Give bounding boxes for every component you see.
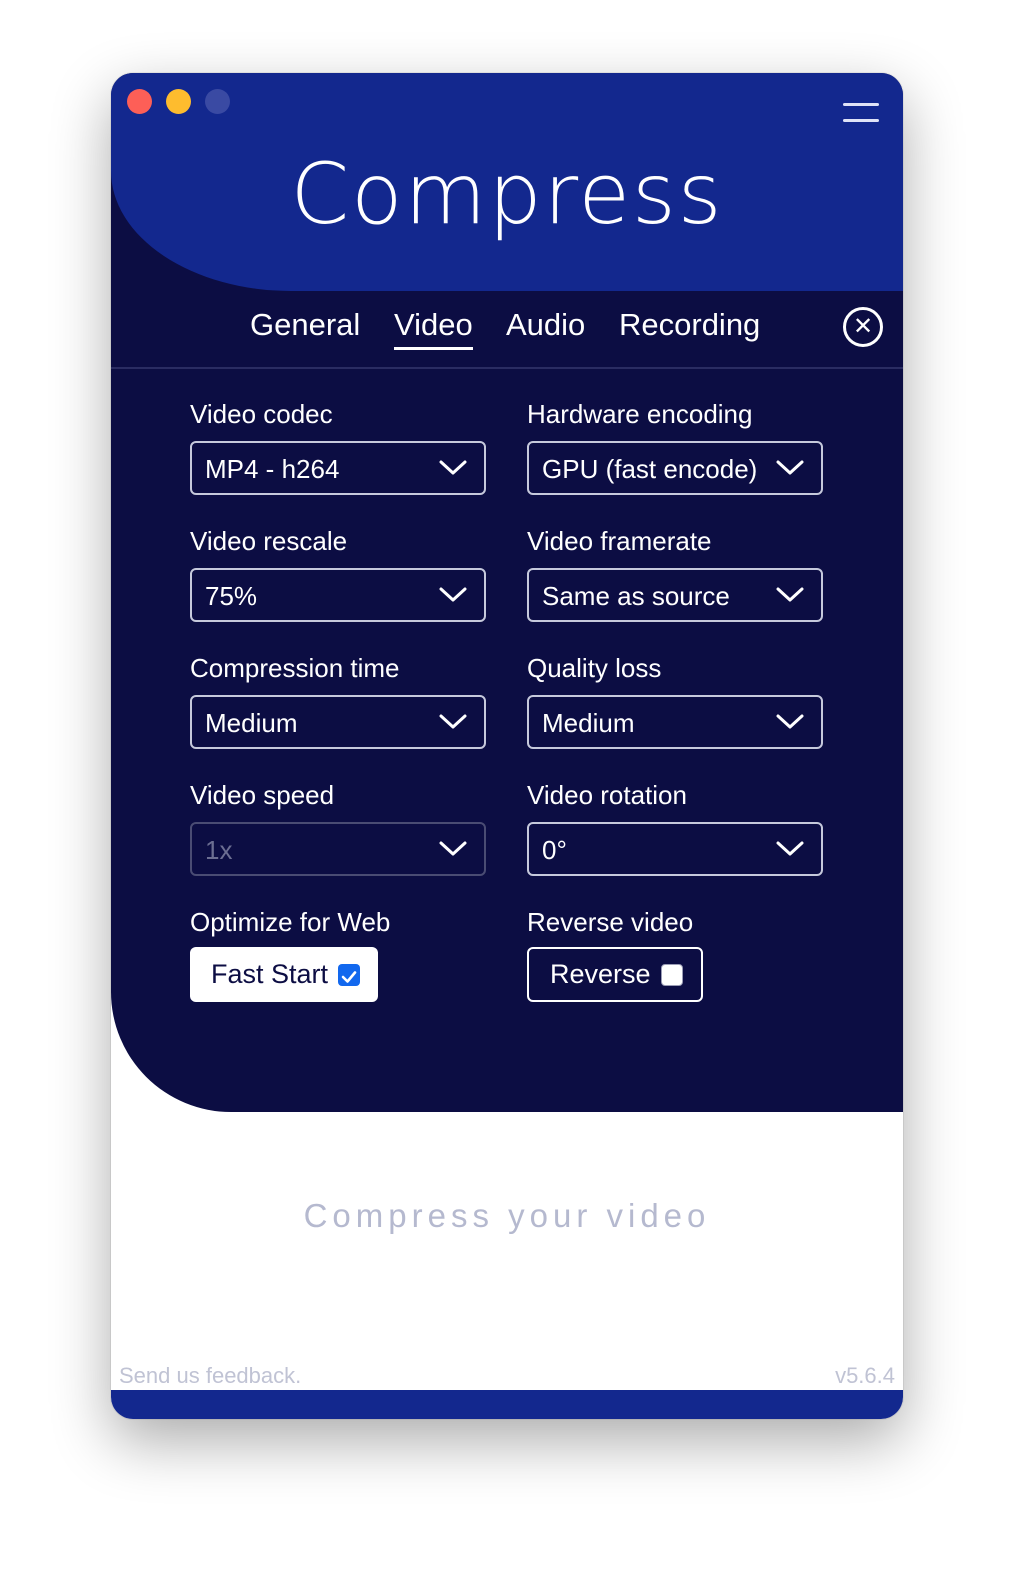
video-rotation-select[interactable]: 0° [527, 822, 823, 876]
header: Compress [111, 73, 903, 291]
tab-bar: General Video Audio Recording ✕ [111, 291, 903, 369]
video-rotation-value: 0° [542, 835, 567, 865]
chevron-down-icon [776, 714, 804, 729]
close-icon[interactable]: ✕ [843, 307, 883, 347]
traffic-lights [127, 89, 230, 114]
app-logo: Compress [290, 145, 724, 243]
tab-recording[interactable]: Recording [619, 307, 760, 347]
hardware-encoding-label: Hardware encoding [527, 399, 753, 429]
video-framerate-label: Video framerate [527, 526, 712, 556]
minimize-window-button[interactable] [166, 89, 191, 114]
feedback-link[interactable]: Send us feedback. [119, 1363, 301, 1389]
video-codec-field: Video codec MP4 - h264 [190, 399, 486, 495]
tab-general[interactable]: General [250, 307, 360, 347]
video-speed-field: Video speed 1x [190, 780, 486, 876]
fast-start-label: Fast Start [211, 959, 329, 989]
video-speed-value: 1x [205, 835, 233, 865]
compression-time-select[interactable]: Medium [190, 695, 486, 749]
video-rescale-label: Video rescale [190, 526, 348, 556]
optimize-web-field: Optimize for Web Fast Start [190, 907, 486, 1002]
fast-start-toggle[interactable]: Fast Start [190, 947, 379, 1002]
reverse-video-label: Reverse video [527, 907, 694, 937]
video-speed-label: Video speed [190, 780, 335, 810]
video-rotation-field: Video rotation 0° [527, 780, 823, 876]
video-codec-label: Video codec [190, 399, 333, 429]
video-codec-select[interactable]: MP4 - h264 [190, 441, 486, 495]
bottom-bar [111, 1390, 903, 1419]
zoom-window-button[interactable] [205, 89, 230, 114]
tab-video[interactable]: Video [394, 307, 473, 350]
compression-time-label: Compression time [190, 653, 400, 683]
chevron-down-icon [439, 841, 467, 856]
reverse-video-field: Reverse video Reverse [527, 907, 823, 1002]
fast-start-checkbox[interactable] [338, 963, 361, 986]
video-framerate-value: Same as source [542, 581, 730, 611]
quality-loss-field: Quality loss Medium [527, 653, 823, 749]
quality-loss-select[interactable]: Medium [527, 695, 823, 749]
hardware-encoding-select[interactable]: GPU (fast encode) [527, 441, 823, 495]
chevron-down-icon [439, 587, 467, 602]
version-label: v5.6.4 [835, 1363, 895, 1388]
chevron-down-icon [776, 841, 804, 856]
tab-audio[interactable]: Audio [506, 307, 585, 347]
optimize-web-label: Optimize for Web [190, 907, 391, 937]
chevron-down-icon [439, 714, 467, 729]
video-rescale-select[interactable]: 75% [190, 568, 486, 622]
reverse-checkbox[interactable] [660, 963, 683, 986]
quality-loss-value: Medium [542, 708, 635, 738]
video-rotation-label: Video rotation [527, 780, 687, 810]
hardware-encoding-field: Hardware encoding GPU (fast encode) [527, 399, 823, 495]
video-codec-value: MP4 - h264 [205, 454, 340, 484]
reverse-toggle[interactable]: Reverse [527, 947, 703, 1002]
video-framerate-field: Video framerate Same as source [527, 526, 823, 622]
video-speed-select: 1x [190, 822, 486, 876]
video-rescale-field: Video rescale 75% [190, 526, 486, 622]
reverse-label: Reverse [550, 959, 651, 989]
app-window: Compress General Video Audio Recording ✕… [111, 73, 903, 1419]
hamburger-icon[interactable] [843, 103, 879, 125]
chevron-down-icon [776, 587, 804, 602]
settings-panel: General Video Audio Recording ✕ Video co… [111, 291, 903, 1112]
close-window-button[interactable] [127, 89, 152, 114]
chevron-down-icon [439, 460, 467, 475]
compression-time-value: Medium [205, 708, 298, 738]
video-rescale-value: 75% [205, 581, 258, 611]
hardware-encoding-value: GPU (fast encode) [542, 454, 758, 484]
video-framerate-select[interactable]: Same as source [527, 568, 823, 622]
quality-loss-label: Quality loss [527, 653, 662, 683]
chevron-down-icon [776, 460, 804, 475]
compression-time-field: Compression time Medium [190, 653, 486, 749]
checkmark-icon [341, 970, 357, 983]
drop-area-text[interactable]: Compress your video [111, 1197, 903, 1235]
